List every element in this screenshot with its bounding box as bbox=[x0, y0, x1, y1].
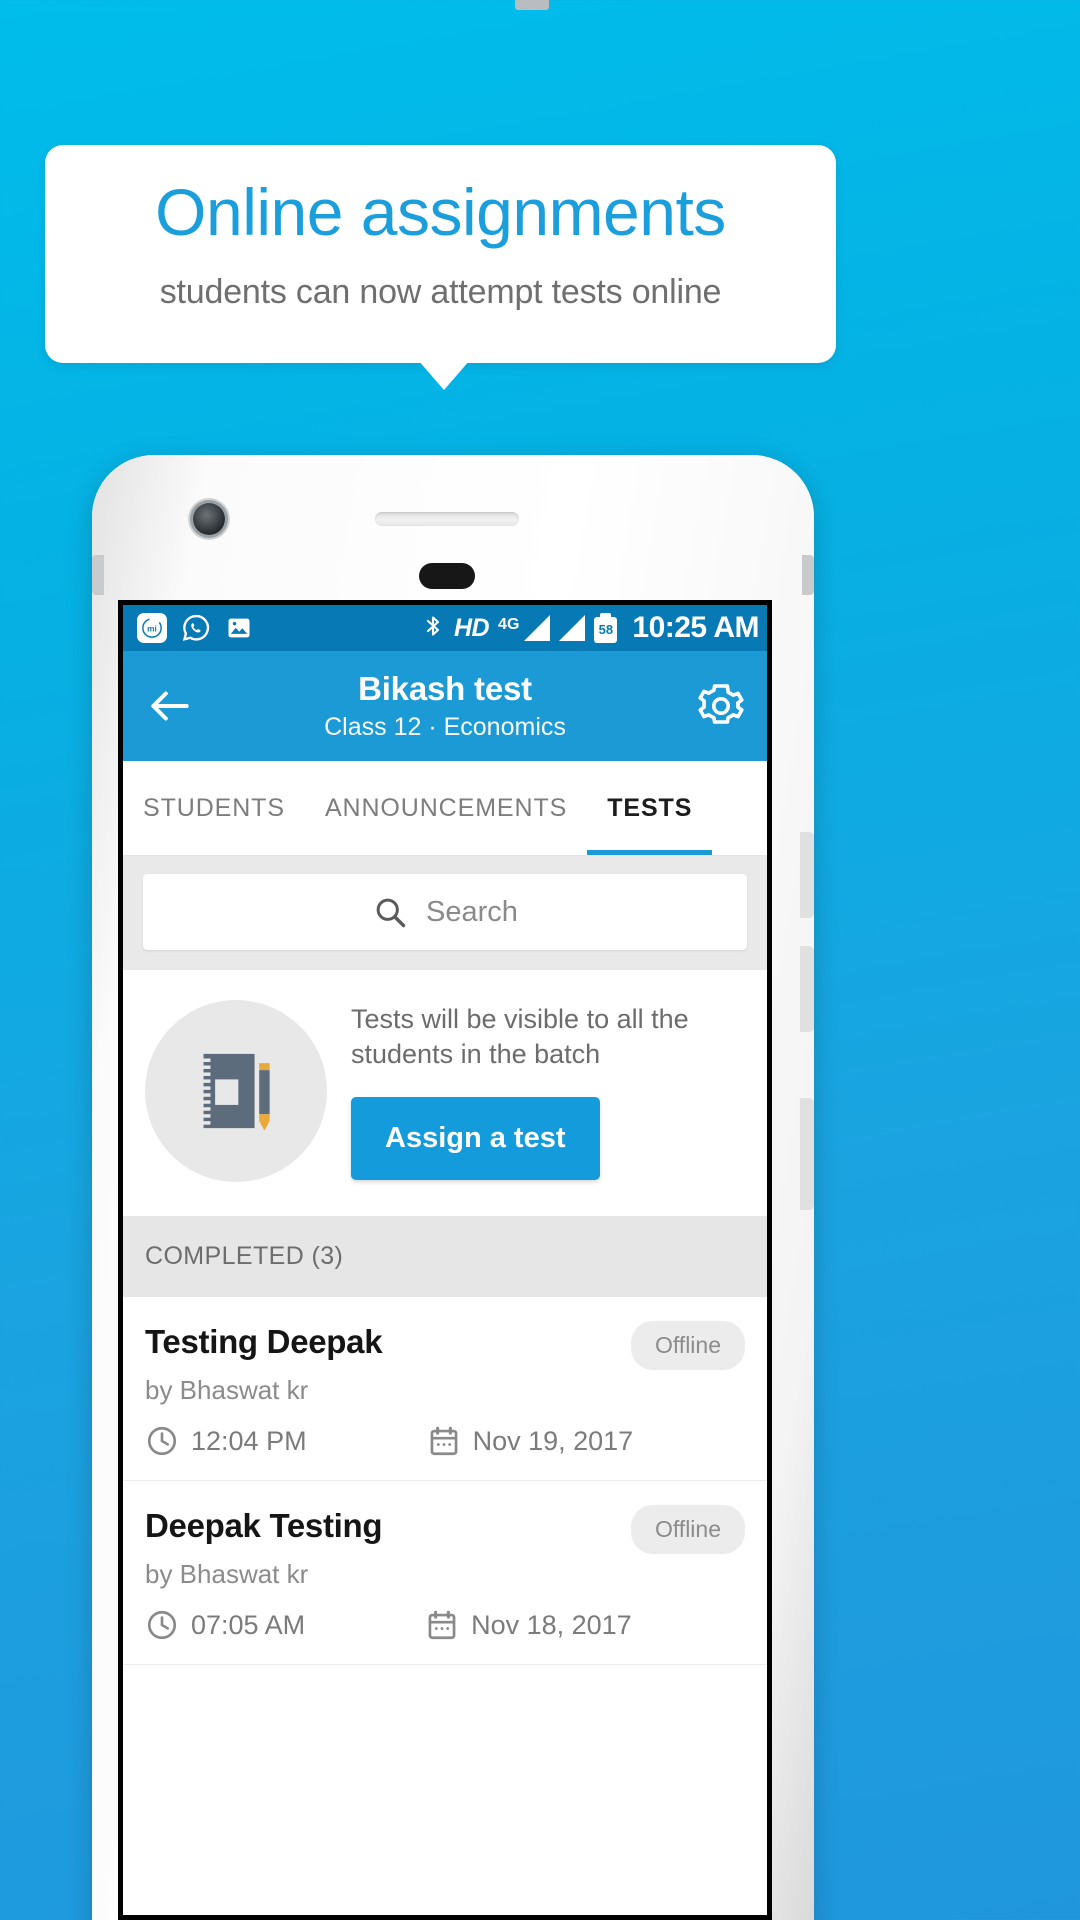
network-type-label: 4G bbox=[498, 616, 520, 633]
screen-bezel: mi HD 4G 58 10:25 AM Bikash test Class 1… bbox=[118, 600, 772, 1920]
clock-icon bbox=[147, 1610, 177, 1640]
tab-bar: STUDENTS ANNOUNCEMENTS TESTS bbox=[123, 761, 767, 856]
notebook-and-pen-icon bbox=[145, 1000, 327, 1182]
mi-glyph: mi bbox=[142, 618, 162, 638]
search-area: Search bbox=[123, 856, 767, 970]
calendar-icon bbox=[430, 1426, 457, 1456]
test-time-group: 07:05 AM bbox=[145, 1608, 305, 1642]
power-button[interactable] bbox=[800, 1098, 814, 1210]
search-input[interactable]: Search bbox=[143, 874, 747, 950]
promo-speech-bubble: Online assignments students can now atte… bbox=[45, 145, 836, 363]
tab-announcements[interactable]: ANNOUNCEMENTS bbox=[305, 761, 587, 855]
test-date: Nov 18, 2017 bbox=[471, 1609, 632, 1640]
test-list-item[interactable]: Deepak Testing by Bhaswat kr 07:05 AM No… bbox=[123, 1481, 767, 1665]
assign-a-test-button[interactable]: Assign a test bbox=[351, 1097, 600, 1181]
search-icon bbox=[376, 898, 406, 928]
page-title: Bikash test bbox=[358, 670, 532, 707]
test-date-group: Nov 18, 2017 bbox=[425, 1608, 632, 1642]
phone-right-edge-accent bbox=[802, 555, 814, 595]
mi-icon: mi bbox=[137, 613, 167, 643]
speech-bubble-tail bbox=[418, 360, 470, 390]
svg-text:mi: mi bbox=[147, 625, 157, 634]
back-arrow-icon[interactable] bbox=[145, 681, 195, 731]
battery-icon: 58 bbox=[594, 613, 618, 643]
proximity-sensor bbox=[419, 563, 475, 589]
promo-description: Tests will be visible to all the student… bbox=[351, 1003, 689, 1069]
app-bar-titles: Bikash test Class 12 · Economics bbox=[123, 670, 767, 742]
status-bar-clock: 10:25 AM bbox=[632, 611, 759, 644]
test-list-item[interactable]: Testing Deepak by Bhaswat kr 12:04 PM No… bbox=[123, 1297, 767, 1481]
assign-test-promo-card: Tests will be visible to all the student… bbox=[123, 970, 767, 1216]
app-screen: mi HD 4G 58 10:25 AM Bikash test Class 1… bbox=[123, 605, 767, 1915]
phone-left-edge-accent bbox=[92, 555, 104, 595]
earpiece-speaker bbox=[375, 512, 519, 526]
test-date: Nov 19, 2017 bbox=[472, 1425, 634, 1456]
test-time: 07:05 AM bbox=[191, 1609, 306, 1640]
promo-title: Online assignments bbox=[155, 175, 726, 249]
volume-up-button[interactable] bbox=[800, 832, 814, 918]
page-subtitle: Class 12 · Economics bbox=[324, 713, 566, 741]
hd-voice-label: HD bbox=[453, 613, 490, 642]
promo-subtitle: students can now attempt tests online bbox=[159, 273, 722, 311]
search-placeholder: Search bbox=[426, 895, 518, 928]
app-bar: Bikash test Class 12 · Economics bbox=[123, 651, 767, 761]
signal-bars-sim1-icon bbox=[524, 615, 551, 641]
battery-level-label: 58 bbox=[598, 622, 614, 637]
status-bar-notification-icons: mi bbox=[137, 613, 253, 643]
tab-tests[interactable]: TESTS bbox=[587, 761, 713, 855]
bluetooth-icon bbox=[426, 616, 439, 636]
status-bar: mi HD 4G 58 10:25 AM bbox=[123, 605, 767, 651]
test-meta-row: 12:04 PM Nov 19, 2017 bbox=[145, 1424, 745, 1458]
status-badge: Offline bbox=[630, 1321, 745, 1370]
completed-section-header: COMPLETED (3) bbox=[123, 1216, 767, 1297]
calendar-icon bbox=[428, 1610, 456, 1640]
gallery-icon bbox=[228, 618, 250, 638]
notebook-illustration bbox=[200, 1053, 270, 1131]
test-meta-row: 07:05 AM Nov 18, 2017 bbox=[145, 1608, 745, 1642]
status-badge: Offline bbox=[630, 1505, 745, 1554]
test-author: by Bhaswat kr bbox=[145, 1559, 309, 1589]
promo-content: Tests will be visible to all the student… bbox=[351, 1002, 745, 1181]
test-time: 12:04 PM bbox=[191, 1425, 307, 1456]
phone-antenna-nub bbox=[515, 0, 549, 10]
status-bar-system-icons: HD 4G 58 10:25 AM bbox=[421, 611, 759, 645]
test-author: by Bhaswat kr bbox=[145, 1375, 309, 1405]
test-time-group: 12:04 PM bbox=[145, 1424, 307, 1458]
volume-down-button[interactable] bbox=[800, 946, 814, 1032]
whatsapp-icon bbox=[182, 614, 210, 641]
gear-icon[interactable] bbox=[697, 682, 745, 730]
clock-icon bbox=[147, 1426, 177, 1456]
tab-students[interactable]: STUDENTS bbox=[123, 761, 305, 855]
signal-bars-sim2-icon bbox=[559, 615, 586, 641]
front-camera-icon bbox=[193, 503, 225, 535]
test-date-group: Nov 19, 2017 bbox=[427, 1424, 634, 1458]
